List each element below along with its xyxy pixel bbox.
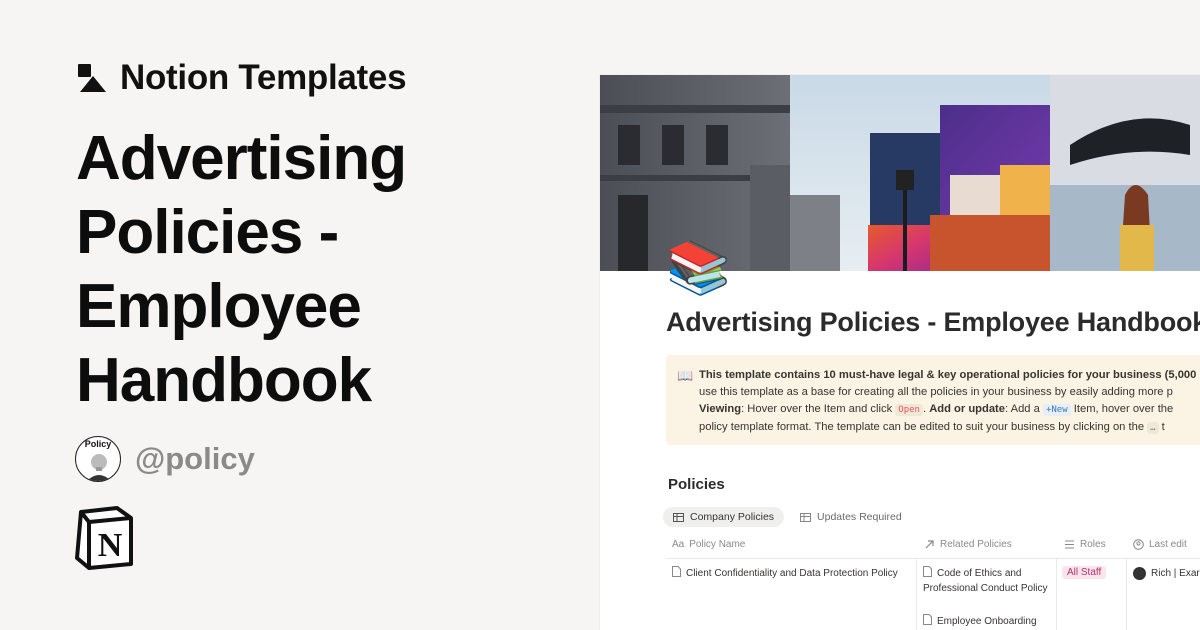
notion-page-title: Advertising Policies - Employee Handbook (666, 307, 1200, 337)
table-row-policy-name[interactable]: Client Confidentiality and Data Protecti… (672, 566, 908, 581)
arrow-up-right-icon (925, 540, 934, 549)
table-divider (666, 558, 1200, 559)
callout-line-4: policy template format. The template can… (699, 421, 1165, 434)
user-circle-icon (1133, 539, 1144, 550)
more-code-chip: … (1147, 422, 1159, 434)
database-title[interactable]: Policies (668, 476, 725, 493)
tab-updates-required[interactable]: Updates Required (790, 507, 912, 527)
avatar-label: Policy (84, 439, 112, 449)
brand-header[interactable]: Notion Templates (76, 58, 407, 98)
page-icon-books[interactable]: 📚 (666, 238, 731, 298)
column-divider (1126, 558, 1127, 630)
column-divider (916, 558, 917, 630)
callout-block: 📖 This template contains 10 must-have le… (666, 355, 1200, 445)
table-header: Aa Policy Name Related Policies Roles La… (666, 539, 1200, 559)
column-header-roles[interactable]: Roles (1064, 539, 1106, 550)
column-divider (1056, 558, 1057, 630)
related-policy-link[interactable]: Employee Onboarding (923, 614, 1051, 629)
notion-logo-icon: N (75, 506, 133, 570)
column-header-policy-name[interactable]: Aa Policy Name (672, 539, 745, 550)
text-type-icon: Aa (672, 539, 685, 550)
open-code-chip: Open (895, 404, 923, 416)
editor-avatar (1133, 567, 1146, 580)
callout-line-3: Viewing: Hover over the Item and click O… (699, 403, 1174, 416)
author-handle: @policy (135, 441, 255, 476)
new-code-chip: +New (1042, 404, 1071, 416)
callout-line-2: use this template as a base for creating… (699, 386, 1173, 398)
database-view-tabs: Company Policies Updates Required (663, 507, 912, 527)
role-tag[interactable]: All Staff (1062, 566, 1107, 579)
document-icon (923, 614, 932, 625)
table-icon (800, 512, 812, 522)
template-preview[interactable]: 📚 Advertising Policies - Employee Handbo… (600, 75, 1200, 630)
document-icon (672, 566, 681, 577)
list-icon (1065, 540, 1074, 549)
notion-templates-logo-icon (78, 64, 106, 92)
avatar: Policy (75, 436, 121, 482)
tab-label: Updates Required (817, 511, 902, 523)
tab-label: Company Policies (690, 511, 775, 523)
table-icon (673, 512, 684, 522)
related-policy-link[interactable]: Code of Ethics and Professional Conduct … (923, 566, 1051, 596)
document-icon (923, 566, 932, 577)
open-book-icon: 📖 (677, 368, 694, 383)
page-title: Advertising Policies - Employee Handbook (76, 124, 407, 415)
column-header-last-edit[interactable]: Last edit (1133, 539, 1187, 550)
author-link[interactable]: Policy @policy (75, 436, 255, 482)
callout-line-1: This template contains 10 must-have lega… (699, 369, 1197, 381)
brand-name: Notion Templates (120, 58, 407, 97)
column-header-related-policies[interactable]: Related Policies (924, 539, 1012, 550)
last-edit-user: Rich | Exar (1151, 568, 1200, 579)
tab-company-policies[interactable]: Company Policies (663, 507, 785, 527)
notion-logo-letter: N (98, 527, 123, 564)
